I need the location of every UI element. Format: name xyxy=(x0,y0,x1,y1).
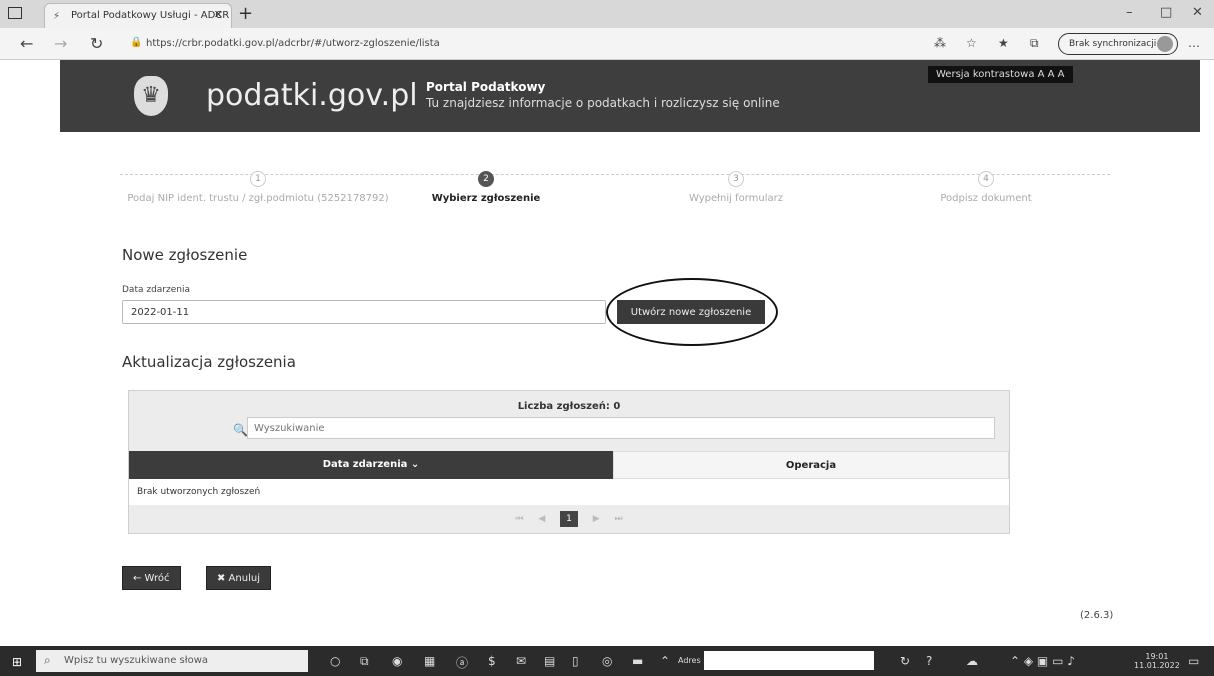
close-window-icon[interactable]: ✕ xyxy=(1192,5,1203,20)
portal-subtitle: Tu znajdziesz informacje o podatkach i r… xyxy=(426,96,780,110)
prev-page-icon[interactable]: ◀ xyxy=(538,514,545,524)
pagination: ⏮ ◀ 1 ▶ ⏭ xyxy=(129,511,1009,527)
step-4: 4 Podpisz dokument xyxy=(836,166,1136,204)
app-icon[interactable]: ▬ xyxy=(632,654,643,668)
contrast-version-link[interactable]: Wersja kontrastowa A A A xyxy=(928,66,1073,83)
url-field[interactable]: 🔒 https://crbr.podatki.gov.pl/adcrbr/#/u… xyxy=(130,35,910,55)
notifications-icon[interactable]: ▭ xyxy=(1188,654,1199,668)
event-date-field[interactable] xyxy=(122,300,606,324)
read-aloud-icon[interactable]: ⁂ xyxy=(934,36,946,50)
cancel-button[interactable]: ✖ Anuluj xyxy=(206,566,271,590)
taskbar-search-placeholder: Wpisz tu wyszukiwane słowa xyxy=(64,655,209,666)
chevron-icon[interactable]: ⌃ xyxy=(660,654,670,668)
next-page-icon[interactable]: ▶ xyxy=(593,514,600,524)
empty-table-row: Brak utworzonych zgłoszeń xyxy=(129,479,1009,505)
bookmark-star-icon[interactable]: ☆ xyxy=(966,36,977,50)
system-tray-icons[interactable]: ⌃ ◈ ▣ ▭ ♪ xyxy=(1010,654,1075,668)
create-new-notification-button[interactable]: Utwórz nowe zgłoszenie xyxy=(617,300,765,324)
tab-title: Portal Podatkowy Usługi - ADCR xyxy=(71,10,230,21)
step-number: 1 xyxy=(250,171,266,187)
reload-icon[interactable]: ↻ xyxy=(90,34,103,53)
cortana-icon[interactable]: ○ xyxy=(330,654,340,668)
app-icon[interactable]: ▯ xyxy=(572,654,579,668)
weather-icon[interactable]: ☁ xyxy=(966,654,978,668)
close-tab-icon[interactable]: ✕ xyxy=(214,8,223,21)
url-text: https://crbr.podatki.gov.pl/adcrbr/#/utw… xyxy=(146,38,440,49)
column-header-operation: Operacja xyxy=(613,451,1009,479)
clock-time: 19:01 xyxy=(1145,652,1169,661)
new-notification-heading: Nowe zgłoszenie xyxy=(122,246,248,264)
portal-header: ♛ podatki.gov.pl Portal Podatkowy Tu zna… xyxy=(60,60,1200,132)
task-view-icon[interactable]: ⧉ xyxy=(360,654,369,669)
browser-tab[interactable]: ⚡ Portal Podatkowy Usługi - ADCR ✕ xyxy=(44,3,232,28)
collections-icon[interactable]: ⧉ xyxy=(1030,36,1039,51)
step-number: 3 xyxy=(728,171,744,187)
last-page-icon[interactable]: ⏭ xyxy=(615,514,623,524)
sync-label: Brak synchronizacji xyxy=(1069,39,1157,49)
clock-date: 11.01.2022 xyxy=(1134,661,1180,670)
browser-tab-strip: ⚡ Portal Podatkowy Usługi - ADCR ✕ + – □… xyxy=(0,0,1214,28)
forward-arrow-icon[interactable]: → xyxy=(54,34,67,53)
column-header-event-date[interactable]: Data zdarzenia ⌄ xyxy=(129,451,613,479)
notification-count: Liczba zgłoszeń: 0 xyxy=(517,401,621,412)
event-date-label: Data zdarzenia xyxy=(122,285,190,295)
search-icon: ⌕ xyxy=(44,653,51,667)
profile-avatar xyxy=(1157,36,1173,52)
system-clock[interactable]: 19:01 11.01.2022 xyxy=(1134,652,1180,670)
logo-text[interactable]: podatki.gov.pl xyxy=(206,78,418,113)
refresh-icon[interactable]: ↻ xyxy=(900,654,910,668)
windows-start-icon[interactable]: ⊞ xyxy=(12,655,22,669)
eagle-emblem-icon: ♛ xyxy=(134,76,168,116)
more-options-icon[interactable]: … xyxy=(1188,36,1200,50)
current-page-button[interactable]: 1 xyxy=(560,511,578,527)
maximize-icon[interactable]: □ xyxy=(1160,5,1172,20)
calculator-icon[interactable]: ▦ xyxy=(424,654,435,668)
update-notification-heading: Aktualizacja zgłoszenia xyxy=(122,353,296,371)
step-number: 4 xyxy=(978,171,994,187)
step-number: 2 xyxy=(478,171,494,187)
app-icon[interactable]: $ xyxy=(488,654,496,668)
search-input[interactable] xyxy=(247,417,995,439)
file-explorer-icon[interactable]: ▤ xyxy=(544,654,555,668)
back-button[interactable]: ← Wróć xyxy=(122,566,181,590)
chrome-icon[interactable]: ◎ xyxy=(602,654,612,668)
windows-taskbar: ⊞ ⌕ Wpisz tu wyszukiwane słowa ○ ⧉ ◉ ▦ ⓐ… xyxy=(0,646,1214,676)
edge-browser-icon[interactable]: ◉ xyxy=(392,654,402,668)
favicon-icon: ⚡ xyxy=(53,11,61,22)
search-icon: 🔍 xyxy=(233,423,248,437)
amazon-icon[interactable]: ⓐ xyxy=(456,654,468,671)
new-tab-button[interactable]: + xyxy=(238,3,253,24)
back-arrow-icon[interactable]: ← xyxy=(20,34,33,53)
taskbar-search-field[interactable]: ⌕ Wpisz tu wyszukiwane słowa xyxy=(36,650,308,672)
help-icon[interactable]: ? xyxy=(926,654,932,668)
mail-icon[interactable]: ✉ xyxy=(516,654,526,668)
window-menu-icon[interactable] xyxy=(8,7,22,19)
address-toolbar-label: Adres xyxy=(678,656,701,665)
app-version: (2.6.3) xyxy=(1080,610,1114,621)
address-toolbar-input[interactable] xyxy=(704,651,874,670)
lock-icon: 🔒 xyxy=(130,37,143,48)
favorites-icon[interactable]: ★ xyxy=(998,36,1009,50)
step-label: Podpisz dokument xyxy=(940,193,1032,204)
first-page-icon[interactable]: ⏮ xyxy=(515,514,523,524)
address-bar: ← → ↻ 🔒 https://crbr.podatki.gov.pl/adcr… xyxy=(0,28,1214,60)
sync-button[interactable]: Brak synchronizacji xyxy=(1058,33,1178,55)
notifications-table-panel: Liczba zgłoszeń: 0 🔍 Data zdarzenia ⌄ Op… xyxy=(128,390,1010,534)
minimize-icon[interactable]: – xyxy=(1126,5,1133,20)
portal-title: Portal Podatkowy xyxy=(426,80,546,94)
